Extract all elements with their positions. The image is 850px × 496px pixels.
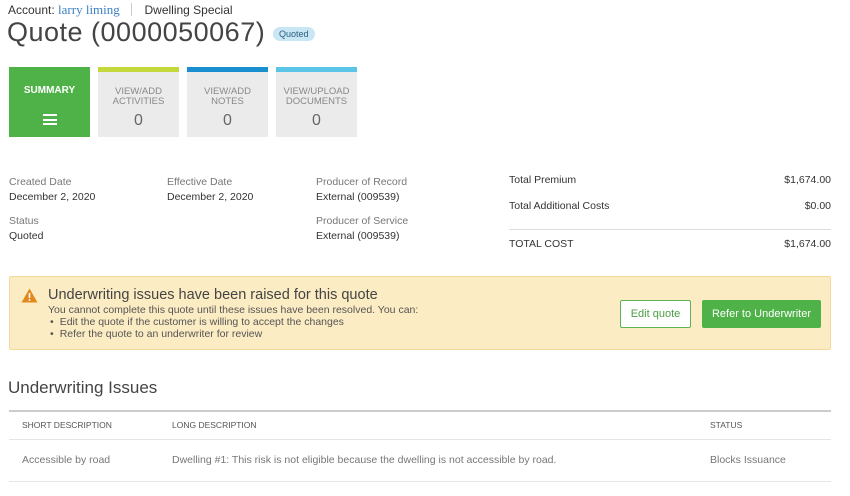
summary-tiles: SUMMARY VIEW/ADD ACTIVITIES 0 VIEW/ADD NOT… bbox=[9, 67, 365, 137]
total-premium-value: $1,674.00 bbox=[784, 174, 831, 186]
effective-date-value: December 2, 2020 bbox=[167, 191, 254, 203]
total-additional-value: $0.00 bbox=[804, 200, 831, 212]
status-value: Quoted bbox=[9, 230, 44, 242]
producer-record-field: Producer of Record External (009539) bbox=[316, 176, 407, 203]
producer-record-value: External (009539) bbox=[316, 191, 400, 203]
producer-service-field: Producer of Service External (009539) bbox=[316, 215, 408, 242]
totals-divider bbox=[509, 229, 831, 230]
total-premium-row: Total Premium $1,674.00 bbox=[509, 174, 831, 200]
column-header[interactable]: STATUS bbox=[697, 411, 831, 440]
table-header-row: SHORT DESCRIPTION LONG DESCRIPTION STATU… bbox=[9, 411, 831, 440]
list-item: Edit the quote if the customer is willin… bbox=[60, 316, 344, 329]
product-name: Dwelling Special bbox=[144, 3, 233, 17]
table-cell: Blocks Issuance bbox=[697, 439, 831, 482]
section-title: Underwriting Issues bbox=[8, 378, 158, 397]
breadcrumb-divider bbox=[131, 3, 133, 16]
table-row[interactable]: Accessible by road Dwelling #1: This ris… bbox=[9, 439, 831, 482]
tile-notes-count: 0 bbox=[223, 112, 232, 129]
total-additional-label: Total Additional Costs bbox=[509, 200, 610, 212]
created-date-value: December 2, 2020 bbox=[9, 191, 96, 203]
total-cost-row: TOTAL COST $1,674.00 bbox=[509, 238, 831, 264]
status-badge: Quoted bbox=[273, 27, 315, 41]
list-item: Refer the quote to an underwriter for re… bbox=[60, 328, 344, 341]
effective-date-label: Effective Date bbox=[167, 176, 233, 188]
tile-summary-label: SUMMARY bbox=[23, 85, 76, 96]
status-label: Status bbox=[9, 215, 39, 227]
tile-activities-label: VIEW/ADD ACTIVITIES bbox=[112, 86, 165, 107]
alert-title: Underwriting issues have been raised for… bbox=[48, 287, 378, 303]
table-cell: Accessible by road bbox=[9, 439, 159, 482]
tile-activities[interactable]: VIEW/ADD ACTIVITIES 0 bbox=[98, 67, 179, 137]
producer-record-label: Producer of Record bbox=[316, 176, 408, 188]
total-cost-value: $1,674.00 bbox=[784, 238, 831, 250]
column-header[interactable]: SHORT DESCRIPTION bbox=[9, 411, 159, 440]
total-premium-label: Total Premium bbox=[509, 174, 577, 186]
status-field: Status Quoted bbox=[9, 215, 43, 242]
tile-summary[interactable]: SUMMARY bbox=[9, 67, 90, 137]
created-date-label: Created Date bbox=[9, 176, 72, 188]
total-cost-label: TOTAL COST bbox=[509, 238, 574, 250]
tile-notes[interactable]: VIEW/ADD NOTES 0 bbox=[187, 67, 268, 137]
alert-options-list: Edit the quote if the customer is willin… bbox=[60, 316, 344, 341]
tile-accent-bar bbox=[276, 67, 357, 72]
issues-table: SHORT DESCRIPTION LONG DESCRIPTION STATU… bbox=[9, 410, 831, 482]
account-label: Account: bbox=[8, 3, 55, 17]
total-additional-row: Total Additional Costs $0.00 bbox=[509, 200, 831, 226]
account-name-link[interactable]: larry liming bbox=[58, 2, 120, 17]
tile-accent-bar bbox=[98, 67, 179, 72]
column-header[interactable]: LONG DESCRIPTION bbox=[159, 411, 697, 440]
created-date-field: Created Date December 2, 2020 bbox=[9, 176, 95, 203]
tile-documents-count: 0 bbox=[312, 112, 321, 129]
tile-documents-label: VIEW/UPLOAD DOCUMENTS bbox=[283, 86, 350, 107]
alert-text: You cannot complete this quote until the… bbox=[48, 304, 419, 316]
underwriting-alert: Underwriting issues have been raised for… bbox=[9, 276, 831, 350]
effective-date-field: Effective Date December 2, 2020 bbox=[167, 176, 253, 203]
tile-accent-bar bbox=[187, 67, 268, 72]
account-breadcrumb: Account: larry liming Dwelling Special bbox=[8, 2, 233, 18]
producer-service-value: External (009539) bbox=[316, 230, 400, 242]
producer-service-label: Producer of Service bbox=[316, 215, 409, 227]
menu-icon bbox=[43, 114, 57, 125]
edit-quote-button[interactable]: Edit quote bbox=[620, 300, 691, 328]
refer-to-underwriter-button[interactable]: Refer to Underwriter bbox=[702, 300, 821, 328]
totals-panel: Total Premium $1,674.00 Total Additional… bbox=[509, 174, 831, 264]
tile-documents[interactable]: VIEW/UPLOAD DOCUMENTS 0 bbox=[276, 67, 357, 137]
page-title: Quote (0000050067) bbox=[7, 17, 266, 47]
warning-icon bbox=[21, 288, 38, 303]
tile-activities-count: 0 bbox=[134, 112, 143, 129]
table-cell: Dwelling #1: This risk is not eligible b… bbox=[159, 439, 697, 482]
tile-notes-label: VIEW/ADD NOTES bbox=[204, 86, 251, 107]
